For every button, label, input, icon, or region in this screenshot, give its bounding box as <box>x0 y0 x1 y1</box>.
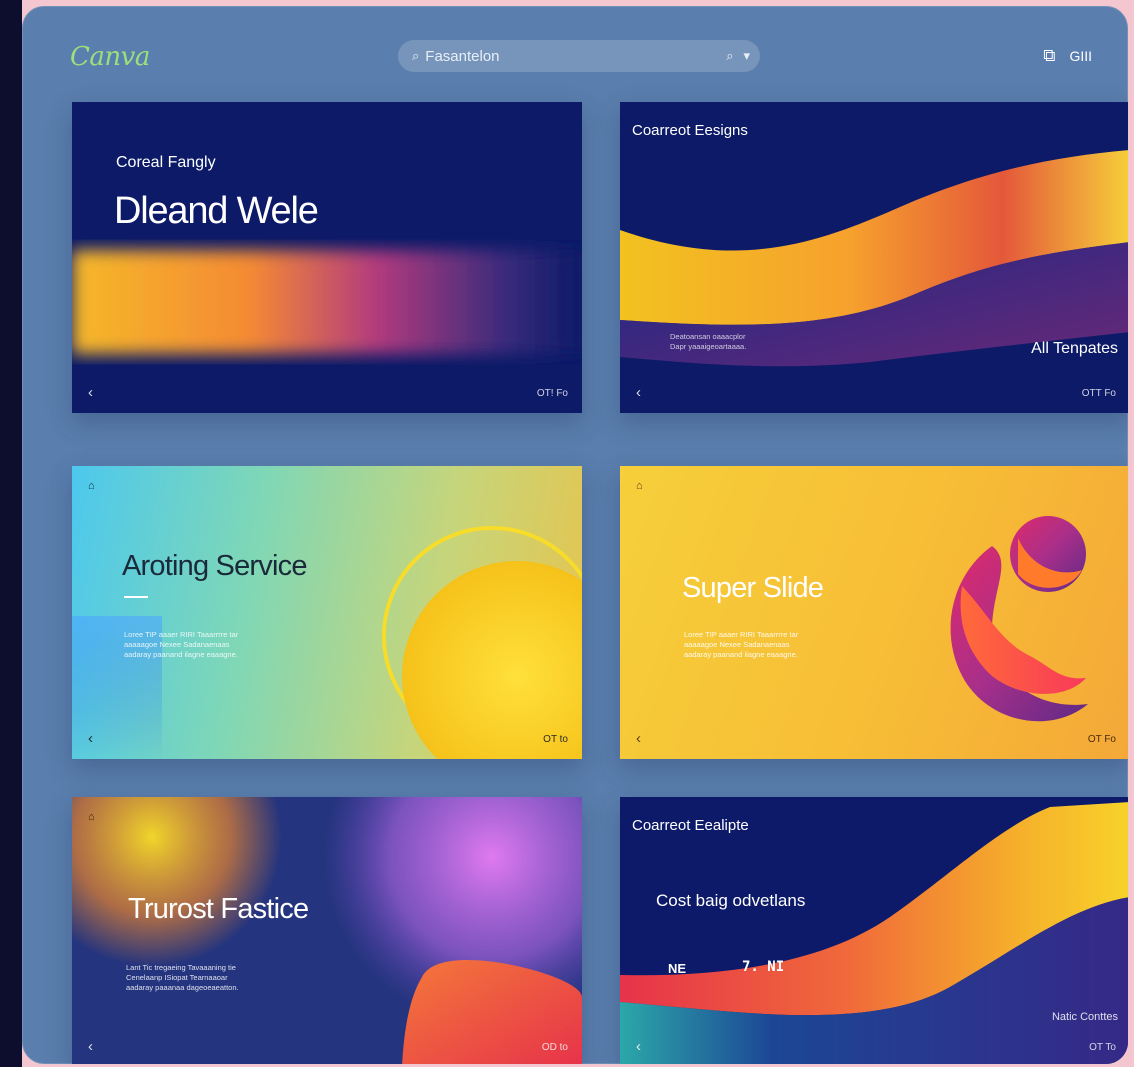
card-4-title: Super Slide <box>682 572 824 604</box>
card-3-description: Loree TIP aaaer RIRI Taaarrrre tar aaaaa… <box>124 630 239 659</box>
card-3-title: Aroting Service <box>122 550 307 582</box>
search-prefix-icon: ⌕ <box>412 48 420 63</box>
template-card-4[interactable]: ⌂ Super Slide Loree TIP aaaer RIRI Taaar… <box>620 466 1128 759</box>
card-2-page-label: OTT Fo <box>1081 388 1116 399</box>
card-4-prev-icon[interactable]: ‹ <box>636 730 641 747</box>
card-1-title: Dleand Wele <box>114 190 319 232</box>
template-card-5[interactable]: ⌂ Trurost Fastice Lant Tic tregaeing Tav… <box>72 797 582 1064</box>
card-2-subtitle: Coarreot Eesigns <box>632 122 748 139</box>
card-6-page-label: OT To <box>1089 1042 1116 1053</box>
chevron-down-icon[interactable]: ▾ <box>743 48 750 64</box>
card-2-description: Deatoansan oaaacplor Dapr yaaaigeoartaaa… <box>670 332 747 351</box>
card-1-artwork <box>72 250 582 354</box>
card-1-subtitle: Coreal Fangly <box>116 154 216 171</box>
template-card-3[interactable]: ⌂ Aroting Service Loree TIP aaaer RIRI T… <box>72 466 582 759</box>
card-4-page-label: OT Fo <box>1087 734 1116 745</box>
card-5-description: Lant Tic tregaeing Tavaaaning tie Cenela… <box>126 963 239 992</box>
card-2-prev-icon[interactable]: ‹ <box>636 384 641 401</box>
left-edge-strip <box>0 0 22 1067</box>
card-5-lock-icon: ⌂ <box>88 811 95 823</box>
card-3-divider <box>124 596 148 598</box>
card-2-artwork <box>620 150 1128 367</box>
card-3-lock-icon: ⌂ <box>88 480 95 492</box>
app-window: Canva ⌕ Fasantelon ⌕ ▾ ⧉ GIII Coreal Fan… <box>22 6 1128 1064</box>
card-6-prev-icon[interactable]: ‹ <box>636 1038 641 1055</box>
card-5-page-label: OD to <box>541 1042 568 1053</box>
card-6-subtitle: Coarreot Eealipte <box>632 817 749 834</box>
card-6-title: Cost baig odvetlans <box>656 891 806 910</box>
card-5-artwork <box>72 797 582 1064</box>
canva-logo[interactable]: Canva <box>70 42 150 72</box>
all-templates-link[interactable]: All Tenpates <box>1031 340 1118 358</box>
card-4-artwork <box>950 516 1088 722</box>
card-3-page-label: OT to <box>543 734 568 745</box>
template-card-2[interactable]: Coarreot Eesigns Deatoansan oaaacplor Da… <box>620 102 1128 413</box>
card-6-link[interactable]: Natic Conttes <box>1052 1011 1118 1023</box>
card-6-stat-right: 7. NI <box>742 959 785 975</box>
card-1-prev-icon[interactable]: ‹ <box>88 384 93 401</box>
user-label[interactable]: GIII <box>1069 48 1092 64</box>
card-5-prev-icon[interactable]: ‹ <box>88 1038 93 1055</box>
card-3-artwork <box>72 526 582 759</box>
search-bar[interactable]: ⌕ Fasantelon ⌕ ▾ <box>398 40 760 72</box>
card-3-prev-icon[interactable]: ‹ <box>88 730 93 747</box>
header-actions: ⧉ GIII <box>1043 46 1092 66</box>
card-6-stat-left: NE <box>668 961 687 976</box>
card-4-description: Loree TIP aaaer RIRI Taaarrrre tar aaaaa… <box>684 630 799 659</box>
search-input-value[interactable]: Fasantelon <box>425 48 726 65</box>
share-icon[interactable]: ⧉ <box>1043 46 1055 66</box>
template-card-6[interactable]: Coarreot Eealipte Cost baig odvetlans NE… <box>620 797 1128 1064</box>
card-4-lock-icon: ⌂ <box>636 480 643 492</box>
template-card-1[interactable]: Coreal Fangly Dleand Wele ‹ OT! Fo <box>72 102 582 413</box>
card-6-artwork <box>620 802 1128 1064</box>
card-1-page-label: OT! Fo <box>536 388 568 399</box>
card-5-title: Trurost Fastice <box>128 893 309 925</box>
search-icon[interactable]: ⌕ <box>726 48 733 64</box>
